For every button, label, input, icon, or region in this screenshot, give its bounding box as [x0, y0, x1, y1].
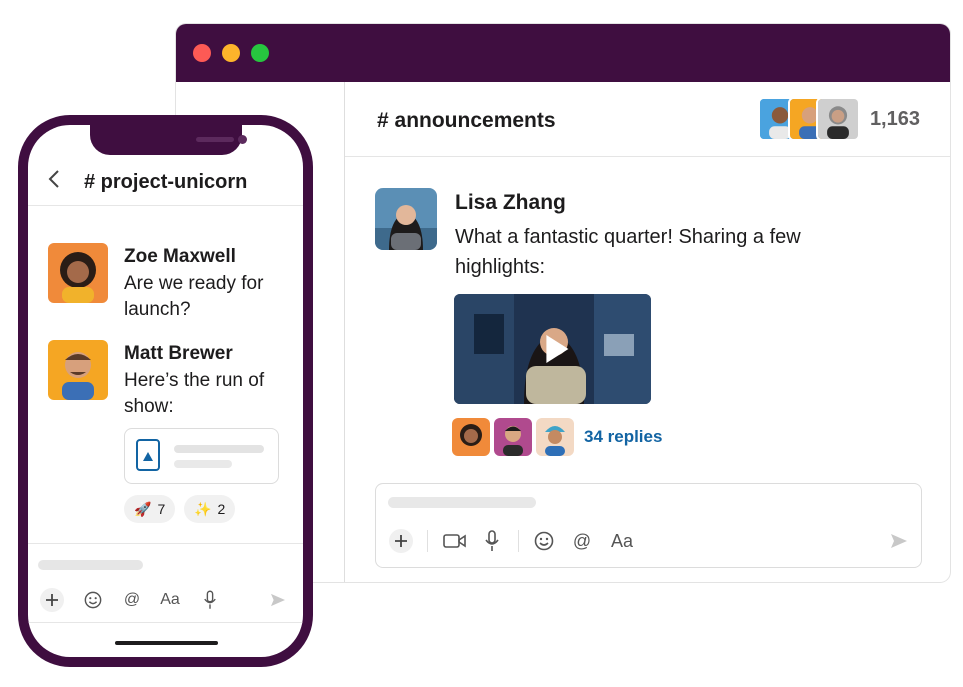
mention-icon[interactable]: @	[571, 529, 593, 553]
replies-link[interactable]: 34 replies	[584, 427, 662, 447]
avatar[interactable]	[48, 243, 108, 303]
channel-header: # project-unicorn	[28, 163, 303, 206]
video-icon[interactable]	[443, 529, 467, 553]
reaction-sparkles[interactable]: ✨ 2	[184, 495, 236, 523]
maximize-window-button[interactable]	[251, 44, 269, 62]
video-attachment[interactable]	[454, 294, 651, 404]
mic-icon[interactable]	[202, 588, 218, 612]
avatar	[452, 418, 490, 456]
emoji-icon[interactable]	[83, 588, 103, 612]
speaker	[196, 137, 234, 142]
message-composer[interactable]: @ Aa	[28, 543, 303, 624]
message-text: Are we ready for launch?	[124, 273, 264, 320]
message-author[interactable]: Lisa Zhang	[455, 191, 566, 215]
format-icon[interactable]: Aa	[609, 529, 635, 553]
divider	[28, 622, 303, 623]
back-icon[interactable]	[48, 169, 60, 195]
reaction-count: 7	[157, 501, 166, 517]
title-bar	[176, 24, 950, 82]
plus-icon[interactable]	[39, 588, 65, 612]
message-author[interactable]: Matt Brewer	[124, 343, 233, 365]
send-icon[interactable]	[269, 588, 287, 612]
avatar[interactable]	[48, 340, 108, 400]
rocket-icon: 🚀	[134, 500, 152, 517]
member-avatars	[757, 97, 860, 141]
channel-header: # announcements 1,163	[345, 82, 950, 157]
send-icon[interactable]	[889, 529, 909, 553]
home-indicator[interactable]	[115, 641, 218, 645]
composer-placeholder	[388, 497, 536, 508]
close-window-button[interactable]	[193, 44, 211, 62]
message-text: What a fantastic quarter! Sharing a few …	[455, 226, 801, 278]
file-title-placeholder	[174, 445, 264, 453]
thread-replies[interactable]: 34 replies	[452, 418, 662, 456]
phone-notch	[90, 125, 247, 155]
file-meta-placeholder	[174, 460, 232, 468]
mention-icon[interactable]: @	[122, 588, 142, 612]
avatar[interactable]	[375, 188, 437, 250]
camera	[238, 135, 247, 144]
reaction-count: 2	[217, 501, 226, 517]
file-attachment[interactable]	[124, 428, 279, 484]
reaction-rocket[interactable]: 🚀 7	[124, 495, 176, 523]
message-composer[interactable]: @ Aa	[375, 483, 922, 568]
divider	[518, 530, 519, 552]
message-text: Here’s the run of show:	[124, 370, 265, 417]
avatar	[536, 418, 574, 456]
divider	[427, 530, 428, 552]
phone-device: # project-unicorn Zoe Maxwell Are we rea…	[18, 115, 313, 667]
play-icon[interactable]	[545, 335, 568, 363]
plus-icon[interactable]	[388, 529, 414, 553]
emoji-icon[interactable]	[533, 529, 555, 553]
sparkles-icon: ✨	[194, 500, 212, 517]
message-author[interactable]: Zoe Maxwell	[124, 246, 236, 268]
format-icon[interactable]: Aa	[158, 588, 182, 612]
channel-name[interactable]: # announcements	[377, 109, 556, 133]
avatar	[815, 97, 860, 141]
member-list-button[interactable]: 1,163	[757, 97, 920, 141]
avatar	[494, 418, 532, 456]
minimize-window-button[interactable]	[222, 44, 240, 62]
file-icon	[136, 439, 160, 471]
mic-icon[interactable]	[483, 529, 501, 553]
composer-placeholder	[38, 560, 143, 570]
channel-name[interactable]: # project-unicorn	[84, 171, 247, 194]
member-count: 1,163	[869, 107, 920, 130]
phone-screen: # project-unicorn Zoe Maxwell Are we rea…	[28, 125, 303, 657]
